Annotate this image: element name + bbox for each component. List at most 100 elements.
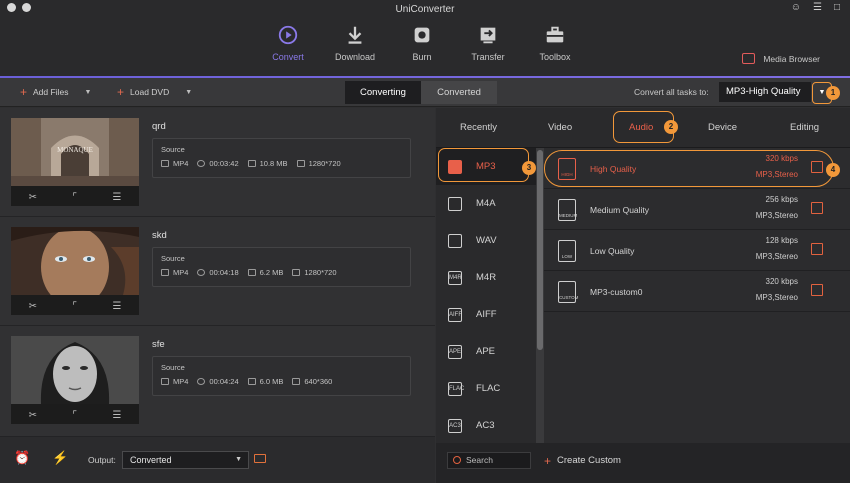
search-icon	[453, 456, 461, 464]
tab-editing[interactable]: Editing	[790, 122, 819, 133]
create-custom-button[interactable]: + Create Custom	[544, 453, 621, 468]
source-info[interactable]: Source MP4 00:04:24 6.0 MB 640*360	[152, 356, 411, 396]
toolbox-icon	[546, 26, 564, 43]
bottom-bar: ⏰ ⚡ Output: Converted ▼	[0, 436, 435, 483]
user-icon[interactable]: ☺	[791, 2, 801, 13]
thumbnail-image	[11, 336, 139, 404]
convert-all-label: Convert all tasks to:	[634, 87, 709, 97]
format-icon	[161, 378, 169, 385]
convert-all-select[interactable]: MP3-High Quality	[719, 82, 811, 102]
thumbnail-image	[11, 227, 139, 295]
chevron-down-icon[interactable]: ▼	[185, 89, 192, 96]
quality-item-custom[interactable]: CUSTOM MP3-custom0 320 kbps MP3,Stereo	[544, 271, 850, 312]
alarm-icon[interactable]: ⏰	[14, 450, 30, 466]
crop-icon[interactable]: ⌜	[72, 301, 77, 312]
cut-icon[interactable]: ✂	[29, 301, 37, 312]
output-folder-select[interactable]: Converted ▼	[122, 451, 249, 469]
tab-converting[interactable]: Converting	[345, 81, 421, 104]
tab-video[interactable]: Video	[548, 122, 572, 133]
audio-file-icon: AIFF	[448, 307, 462, 322]
thumbnail-image: MONAQUE	[11, 118, 139, 186]
cut-icon[interactable]: ✂	[29, 192, 37, 203]
source-info[interactable]: Source MP4 00:04:18 6.2 MB 1280*720	[152, 247, 411, 287]
minimize-window-button[interactable]	[22, 3, 31, 12]
format-item-aiff[interactable]: AIFF AIFF	[436, 296, 536, 333]
chevron-down-icon[interactable]: ▼	[84, 89, 91, 96]
callout-badge: 3	[522, 161, 536, 175]
format-panel: Recently Video Audio Device Editing MP3 …	[436, 108, 850, 483]
file-row[interactable]: ✂ ⌜ ☰ skd Source MP4 00:04:18 6.2 MB 128…	[0, 217, 435, 326]
lightning-icon[interactable]: ⚡	[52, 450, 68, 466]
format-item-flac[interactable]: FLAC FLAC	[436, 370, 536, 407]
speaker-icon	[448, 196, 462, 211]
clock-icon	[197, 160, 206, 167]
crop-icon[interactable]: ⌜	[72, 192, 77, 203]
open-folder-icon[interactable]	[254, 454, 266, 463]
nav-burn[interactable]: Burn	[392, 24, 452, 62]
format-icon	[161, 160, 169, 167]
audio-file-icon: FLAC	[448, 381, 464, 396]
clock-icon	[197, 269, 206, 276]
media-browser-icon	[742, 53, 756, 64]
folder-icon	[247, 378, 256, 385]
format-list: MP3 M4A WAV M4R M4R AIFF AIFF APE APE FLAC F…	[436, 148, 536, 443]
message-icon[interactable]: □	[834, 2, 840, 13]
source-info[interactable]: Source MP4 00:03:42 10.8 MB 1280*720	[152, 138, 411, 178]
title-bar: UniConverter ☺ ☰ □	[0, 0, 850, 18]
quality-item-medium[interactable]: MEDIUM Medium Quality 256 kbps MP3,Stere…	[544, 189, 850, 230]
cut-icon[interactable]: ✂	[29, 410, 37, 421]
audio-file-icon: AC3	[448, 418, 462, 433]
video-thumbnail[interactable]: ✂ ⌜ ☰	[11, 227, 139, 315]
add-icon: +	[20, 85, 28, 99]
format-item-m4r[interactable]: M4R M4R	[436, 259, 536, 296]
nav-download[interactable]: Download	[325, 24, 385, 62]
window-controls	[7, 3, 31, 12]
nav-transfer[interactable]: Transfer	[458, 24, 518, 62]
add-icon: +	[117, 85, 125, 99]
effects-icon[interactable]: ☰	[112, 192, 121, 203]
add-icon: +	[544, 453, 552, 468]
audio-file-icon: M4R	[448, 270, 462, 285]
file-list: MONAQUE ✂ ⌜ ☰ qrd Source MP4 00:03:42 10…	[0, 108, 435, 436]
effects-icon[interactable]: ☰	[112, 410, 121, 421]
folder-icon	[247, 160, 256, 167]
quality-item-low[interactable]: LOW Low Quality 128 kbps MP3,Stereo	[544, 230, 850, 271]
convert-icon	[278, 25, 298, 45]
callout-badge: 2	[664, 120, 678, 134]
file-row[interactable]: ✂ ⌜ ☰ sfe Source MP4 00:04:24 6.0 MB 640…	[0, 326, 435, 435]
menu-icon[interactable]: ☰	[813, 2, 822, 13]
edit-icon[interactable]	[811, 284, 823, 296]
format-icon	[161, 269, 169, 276]
load-dvd-button[interactable]: + Load DVD ▼	[117, 85, 192, 99]
low-quality-icon: LOW	[558, 240, 576, 262]
burn-icon	[414, 27, 430, 43]
mp3-highlight	[438, 148, 529, 182]
effects-icon[interactable]: ☰	[112, 301, 121, 312]
tab-recently[interactable]: Recently	[460, 122, 497, 133]
window-title: UniConverter	[395, 3, 455, 15]
video-thumbnail[interactable]: ✂ ⌜ ☰	[11, 336, 139, 424]
format-item-ape[interactable]: APE APE	[436, 333, 536, 370]
format-search-input[interactable]: Search	[447, 452, 531, 469]
format-item-wav[interactable]: WAV	[436, 222, 536, 259]
edit-icon[interactable]	[811, 202, 823, 214]
media-browser-button[interactable]: Media Browser	[742, 53, 820, 64]
format-item-m4a[interactable]: M4A	[436, 185, 536, 222]
tab-device[interactable]: Device	[708, 122, 737, 133]
thumbnail-caption: MONAQUE	[57, 146, 93, 154]
nav-convert[interactable]: Convert	[258, 24, 318, 62]
add-files-button[interactable]: + Add Files ▼	[20, 85, 91, 99]
file-row[interactable]: MONAQUE ✂ ⌜ ☰ qrd Source MP4 00:03:42 10…	[0, 108, 435, 217]
tab-converted[interactable]: Converted	[421, 81, 497, 104]
video-thumbnail[interactable]: MONAQUE ✂ ⌜ ☰	[11, 118, 139, 206]
nav-toolbox[interactable]: Toolbox	[525, 24, 585, 62]
edit-icon[interactable]	[811, 243, 823, 255]
crop-icon[interactable]: ⌜	[72, 410, 77, 421]
format-scrollbar-thumb[interactable]	[537, 150, 543, 350]
audio-file-icon: APE	[448, 344, 462, 359]
toolbar: + Add Files ▼ + Load DVD ▼ Converting Co…	[0, 78, 850, 107]
output-label: Output:	[88, 455, 116, 465]
format-item-ac3[interactable]: AC3 AC3	[436, 407, 536, 444]
close-window-button[interactable]	[7, 3, 16, 12]
medium-quality-icon: MEDIUM	[558, 199, 577, 221]
